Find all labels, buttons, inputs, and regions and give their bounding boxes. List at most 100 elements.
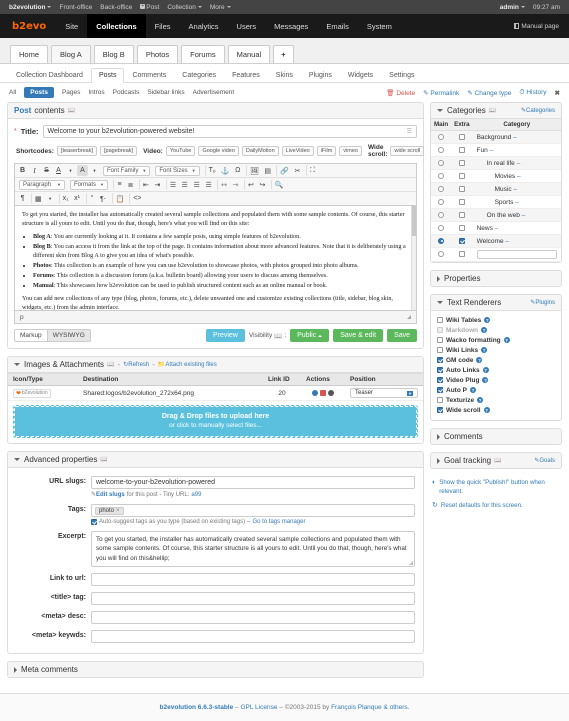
formats-select[interactable]: Formats ▼ xyxy=(70,179,108,190)
renderer-wiki-tables[interactable]: Wiki Tables? xyxy=(437,315,555,325)
comments-panel[interactable]: Comments xyxy=(430,428,562,445)
table-icon[interactable]: ▦ xyxy=(31,193,44,204)
expand-triangle-icon[interactable] xyxy=(14,666,17,673)
permalink-button[interactable]: ✎ Permalink xyxy=(423,89,459,97)
insert-teaser-break-icon[interactable]: ⇾ xyxy=(230,179,241,190)
resize-handle[interactable] xyxy=(407,315,411,319)
renderer-wiki-links[interactable]: Wiki Links? xyxy=(437,345,555,355)
extra-checkbox[interactable] xyxy=(458,251,465,258)
menu-item-users[interactable]: Users xyxy=(228,14,266,38)
renderer-wide-scroll[interactable]: Wide scroll? xyxy=(437,405,555,415)
insert-media-icon[interactable]: ▤ xyxy=(262,165,273,176)
filter-advertisement[interactable]: Advertisement xyxy=(193,89,235,96)
properties-header[interactable]: Properties xyxy=(431,271,561,286)
paragraph-mark-icon[interactable]: ¶⋅ xyxy=(98,193,109,204)
tab-collection-dashboard[interactable]: Collection Dashboard xyxy=(8,68,91,82)
tiny-url-link[interactable]: a99 xyxy=(191,492,201,498)
category-link-icon[interactable]: – xyxy=(505,238,509,245)
find-replace-icon[interactable]: 🔍 xyxy=(270,179,286,190)
main-radio[interactable] xyxy=(438,185,445,192)
collection-tab-photos[interactable]: Photos xyxy=(136,45,179,63)
collapse-triangle-icon[interactable] xyxy=(14,458,20,461)
video-dailymotion[interactable]: DailyMotion xyxy=(241,146,279,156)
help-icon[interactable]: ? xyxy=(482,377,489,383)
background-color-icon[interactable]: A xyxy=(77,165,88,176)
bullet-list-icon[interactable]: ≡ xyxy=(113,179,124,190)
attach-existing-files-button[interactable]: 📁Attach existing files xyxy=(158,361,217,368)
main-radio[interactable] xyxy=(438,133,445,140)
filter-all[interactable]: All xyxy=(9,89,16,96)
post-title-input[interactable]: Welcome to your b2evolution-powered webs… xyxy=(42,125,417,138)
comments-header[interactable]: Comments xyxy=(431,429,561,444)
font-size-select[interactable]: Font Sizes ▼ xyxy=(155,165,200,176)
evobar-more[interactable]: More xyxy=(206,4,235,11)
redo-icon[interactable]: ↪ xyxy=(257,179,268,190)
undo-icon[interactable]: ↩ xyxy=(244,179,256,190)
renderer-wacko-formatting[interactable]: Wacko formatting? xyxy=(437,335,555,345)
indent-icon[interactable]: ⇥ xyxy=(152,179,163,190)
filter-podcasts[interactable]: Podcasts xyxy=(113,89,140,96)
title-options-icon[interactable]: ☰ xyxy=(407,128,412,135)
main-radio[interactable] xyxy=(438,172,445,179)
autosuggest-checkbox[interactable] xyxy=(91,519,97,525)
chevron-down-icon[interactable]: ▼ xyxy=(89,165,100,176)
tab-comments[interactable]: Comments xyxy=(124,68,174,82)
numbered-list-icon[interactable]: ≣ xyxy=(125,179,136,190)
move-link-icon[interactable] xyxy=(328,389,334,396)
category-link-icon[interactable]: – xyxy=(517,173,521,180)
insert-page-break-icon[interactable]: ⇿ xyxy=(217,179,229,190)
source-code-icon[interactable]: <> xyxy=(129,193,143,204)
help-book-icon[interactable]: 📖 xyxy=(494,457,501,464)
renderer-texturize[interactable]: Texturize? xyxy=(437,395,555,405)
menu-item-collections[interactable]: Collections xyxy=(87,14,146,38)
link-to-url-input[interactable] xyxy=(91,573,415,586)
tags-manager-link[interactable]: Go to tags manager xyxy=(252,519,305,525)
footer-author-link[interactable]: François Planque & others. xyxy=(331,704,409,711)
filter-posts[interactable]: Posts xyxy=(24,87,54,98)
widescroll-code[interactable]: wide scroll xyxy=(390,146,425,156)
tab-settings[interactable]: Settings xyxy=(381,68,422,82)
wysiwyg-button[interactable]: WYSIWYG xyxy=(47,329,91,342)
main-radio[interactable] xyxy=(438,146,445,153)
save-button[interactable]: Save xyxy=(387,329,417,342)
edit-link-icon[interactable] xyxy=(312,389,318,396)
video-ifilm[interactable]: iFilm xyxy=(316,146,337,156)
renderer-checkbox[interactable] xyxy=(437,367,443,373)
align-right-icon[interactable]: ☰ xyxy=(191,179,202,190)
tab-categories[interactable]: Categories xyxy=(174,68,224,82)
extra-checkbox[interactable] xyxy=(458,185,465,192)
history-button[interactable]: ⏱ History xyxy=(519,89,546,97)
meta-comments-panel[interactable]: Meta comments xyxy=(7,661,424,678)
collection-tab-home[interactable]: Home xyxy=(10,45,49,63)
subscript-icon[interactable]: x₁ xyxy=(58,193,71,204)
refresh-attachments-button[interactable]: ↻Refresh xyxy=(123,361,149,368)
paste-icon[interactable]: 📋 xyxy=(111,193,127,204)
filter-intros[interactable]: Intros xyxy=(88,89,104,96)
insert-link-icon[interactable]: 🔗 xyxy=(276,165,291,176)
menu-item-site[interactable]: Site xyxy=(56,14,87,38)
category-link-icon[interactable]: – xyxy=(490,147,494,154)
italic-icon[interactable]: I xyxy=(29,165,40,176)
help-icon[interactable]: ? xyxy=(483,407,490,413)
chevron-down-icon[interactable]: ▼ xyxy=(65,165,76,176)
category-link-icon[interactable]: – xyxy=(522,212,526,219)
video-youtube[interactable]: YouTube xyxy=(165,146,196,156)
help-book-icon[interactable]: 📖 xyxy=(68,107,75,114)
help-book-icon[interactable]: 📖 xyxy=(107,361,114,368)
extra-checkbox[interactable] xyxy=(458,133,465,140)
text-color-icon[interactable]: A xyxy=(53,165,64,176)
main-radio[interactable] xyxy=(438,198,445,205)
video-livevideo[interactable]: LiveVideo xyxy=(281,146,314,156)
category-link-icon[interactable]: – xyxy=(513,134,517,141)
meta-comments-header[interactable]: Meta comments xyxy=(8,662,423,677)
meta-desc-input[interactable] xyxy=(91,611,415,624)
collapse-triangle-icon[interactable] xyxy=(14,363,20,366)
evobar-user-menu[interactable]: admin xyxy=(496,4,529,11)
goal-tracking-header[interactable]: Goal tracking 📖 ✎Goals xyxy=(431,453,561,468)
help-icon[interactable]: ? xyxy=(481,327,488,333)
collection-tab-blog-b[interactable]: Blog B xyxy=(93,45,134,63)
expand-triangle-icon[interactable] xyxy=(437,275,440,282)
outdent-icon[interactable]: ⇤ xyxy=(139,179,151,190)
help-icon[interactable]: ? xyxy=(476,357,483,363)
renderer-gm-code[interactable]: GM code? xyxy=(437,355,555,365)
